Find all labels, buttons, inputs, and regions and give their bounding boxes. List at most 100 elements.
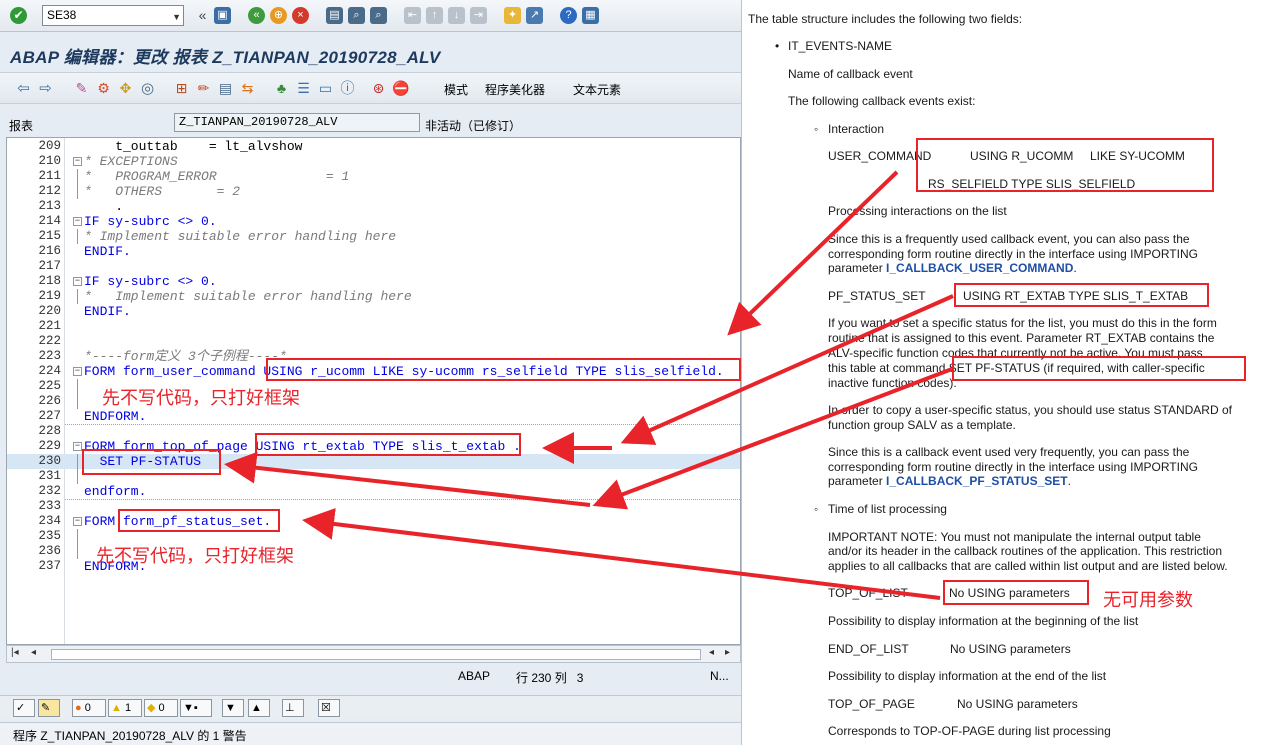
check-icon[interactable]: ✓ <box>13 699 35 717</box>
scroll-first-icon[interactable]: |◂ <box>11 647 19 658</box>
scrollbar-thumb[interactable] <box>51 649 701 660</box>
pin-icon[interactable]: ⊥ <box>282 699 304 717</box>
info-icon[interactable]: ⓘ <box>339 80 356 97</box>
filter-icon[interactable]: ▼▪ <box>180 699 212 717</box>
code-text[interactable]: t_outtab = lt_alvshow <box>84 139 302 154</box>
code-text[interactable]: IF sy-subrc <> 0. <box>84 274 217 289</box>
code-text[interactable]: * OTHERS = 2 <box>84 184 240 199</box>
code-line[interactable]: 221 <box>7 319 740 334</box>
help-top-of-page-params: No USING parameters <box>957 697 1078 711</box>
chevron-down-icon[interactable]: ▼ <box>172 8 181 27</box>
shortcut-icon[interactable]: ↗ <box>526 7 543 24</box>
print-icon[interactable]: ▤ <box>326 7 343 24</box>
code-text[interactable]: * EXCEPTIONS <box>84 154 178 169</box>
help-icon[interactable]: ? <box>560 7 577 24</box>
customize-layout-icon[interactable]: ▦ <box>582 7 599 24</box>
active-inactive-icon[interactable]: ⚙ <box>95 80 112 97</box>
code-line[interactable]: 222 <box>7 334 740 349</box>
code-text[interactable]: ENDFORM. <box>84 409 146 424</box>
scroll-up-icon[interactable]: ▲ <box>248 699 270 717</box>
report-name-field[interactable]: Z_TIANPAN_20190728_ALV <box>174 113 420 132</box>
horizontal-scrollbar[interactable]: |◂ ◂ ◂ ▸ <box>6 645 741 663</box>
fold-toggle-icon[interactable]: − <box>73 217 82 226</box>
callback-user-command-link[interactable]: I_CALLBACK_USER_COMMAND <box>886 261 1073 275</box>
display-change-icon[interactable]: ✎ <box>73 80 90 97</box>
code-text[interactable]: * Implement suitable error handling here <box>84 229 396 244</box>
code-text[interactable]: . <box>84 199 123 214</box>
code-line[interactable]: 217 <box>7 259 740 274</box>
other-object-icon[interactable]: ✥ <box>117 80 134 97</box>
pretty-printer-button[interactable]: 程序美化器 <box>485 81 545 98</box>
code-line[interactable]: 216 ENDIF. <box>7 244 740 259</box>
edit-icon[interactable]: ✏ <box>195 80 212 97</box>
stop-icon[interactable]: ⛔ <box>392 80 409 97</box>
code-text[interactable]: * Implement suitable error handling here <box>84 289 412 304</box>
code-line[interactable]: 214 − IF sy-subrc <> 0. <box>7 214 740 229</box>
navigation-icon[interactable]: ⇆ <box>239 80 256 97</box>
display-object-icon[interactable]: ▭ <box>317 80 334 97</box>
code-line[interactable]: 211 * PROGRAM_ERROR = 1 <box>7 169 740 184</box>
new-session-icon[interactable]: ✦ <box>504 7 521 24</box>
code-line[interactable]: 209 t_outtab = lt_alvshow <box>7 139 740 154</box>
save-icon[interactable]: ▣ <box>214 7 231 24</box>
code-text[interactable]: *----form定义 3个子例程----* <box>84 349 287 364</box>
scroll-last-icon[interactable]: ▸ <box>725 647 730 658</box>
exit-icon[interactable]: ⊕ <box>270 7 287 24</box>
stack-icon[interactable]: ☰ <box>295 80 312 97</box>
hierarchy-icon[interactable]: ♣ <box>273 80 290 97</box>
first-page-icon[interactable]: ⇤ <box>404 7 421 24</box>
code-line[interactable]: 218 − IF sy-subrc <> 0. <box>7 274 740 289</box>
close-icon[interactable]: ☒ <box>318 699 340 717</box>
where-used-icon[interactable]: ⊞ <box>173 80 190 97</box>
code-line[interactable]: 232 endform. <box>7 484 740 499</box>
back-icon[interactable]: « <box>248 7 265 24</box>
code-line[interactable]: 212 * OTHERS = 2 <box>7 184 740 199</box>
code-line[interactable]: 227 ENDFORM. <box>7 409 740 424</box>
fold-toggle-icon[interactable]: − <box>73 277 82 286</box>
pencil-icon[interactable]: ✎ <box>38 699 60 717</box>
fold-toggle-icon[interactable]: − <box>73 157 82 166</box>
code-text[interactable]: ENDIF. <box>84 304 131 319</box>
enter-icon[interactable]: ✔ <box>10 7 27 24</box>
code-text[interactable]: IF sy-subrc <> 0. <box>84 214 217 229</box>
code-line[interactable]: 210 − * EXCEPTIONS <box>7 154 740 169</box>
next-page-icon[interactable]: ↓ <box>448 7 465 24</box>
fold-toggle-icon[interactable]: − <box>73 517 82 526</box>
pattern-button[interactable]: 模式 <box>444 81 468 98</box>
last-page-icon[interactable]: ⇥ <box>470 7 487 24</box>
code-line[interactable]: 219 * Implement suitable error handling h… <box>7 289 740 304</box>
code-text[interactable]: ENDIF. <box>84 244 131 259</box>
object-list-icon[interactable]: ▤ <box>217 80 234 97</box>
fold-toggle-icon[interactable]: − <box>73 367 82 376</box>
errors-count: 0 <box>84 702 91 714</box>
command-field[interactable]: SE38 ▼ <box>42 5 184 26</box>
warnings-filter[interactable]: ▲ 1 <box>108 699 142 717</box>
code-line[interactable]: 215 * Implement suitable error handling h… <box>7 229 740 244</box>
debug-icon[interactable]: ⊛ <box>370 80 387 97</box>
scroll-down-icon[interactable]: ▼ <box>222 699 244 717</box>
cancel-icon[interactable]: × <box>292 7 309 24</box>
line-number: 235 <box>38 529 61 543</box>
double-left-icon[interactable]: « <box>194 7 211 24</box>
fold-toggle-icon[interactable]: − <box>73 442 82 451</box>
arrow-left-icon[interactable]: ⇦ <box>15 80 32 97</box>
arrow-right-icon[interactable]: ⇨ <box>37 80 54 97</box>
line-number: 210 <box>38 154 61 168</box>
language-indicator: ABAP <box>458 669 491 683</box>
callback-pf-status-set-link[interactable]: I_CALLBACK_PF_STATUS_SET <box>886 474 1068 488</box>
infos-filter[interactable]: ◆ 0 <box>144 699 178 717</box>
text-elements-button[interactable]: 文本元素 <box>573 81 621 98</box>
find-icon[interactable]: ⌕ <box>348 7 365 24</box>
errors-filter[interactable]: ● 0 <box>72 699 106 717</box>
scroll-right-icon[interactable]: ◂ <box>709 647 714 658</box>
previous-page-icon[interactable]: ↑ <box>426 7 443 24</box>
code-line[interactable]: 220 ENDIF. <box>7 304 740 319</box>
activate-icon[interactable]: ◎ <box>139 80 156 97</box>
code-line[interactable]: 213 . <box>7 199 740 214</box>
help-pf-a: If you want to set a specific status for… <box>828 316 1217 330</box>
find-next-icon[interactable]: ⌕ <box>370 7 387 24</box>
command-field-value[interactable]: SE38 <box>47 8 76 22</box>
code-text[interactable]: endform. <box>84 484 146 499</box>
scroll-left-icon[interactable]: ◂ <box>31 647 36 658</box>
code-text[interactable]: * PROGRAM_ERROR = 1 <box>84 169 349 184</box>
